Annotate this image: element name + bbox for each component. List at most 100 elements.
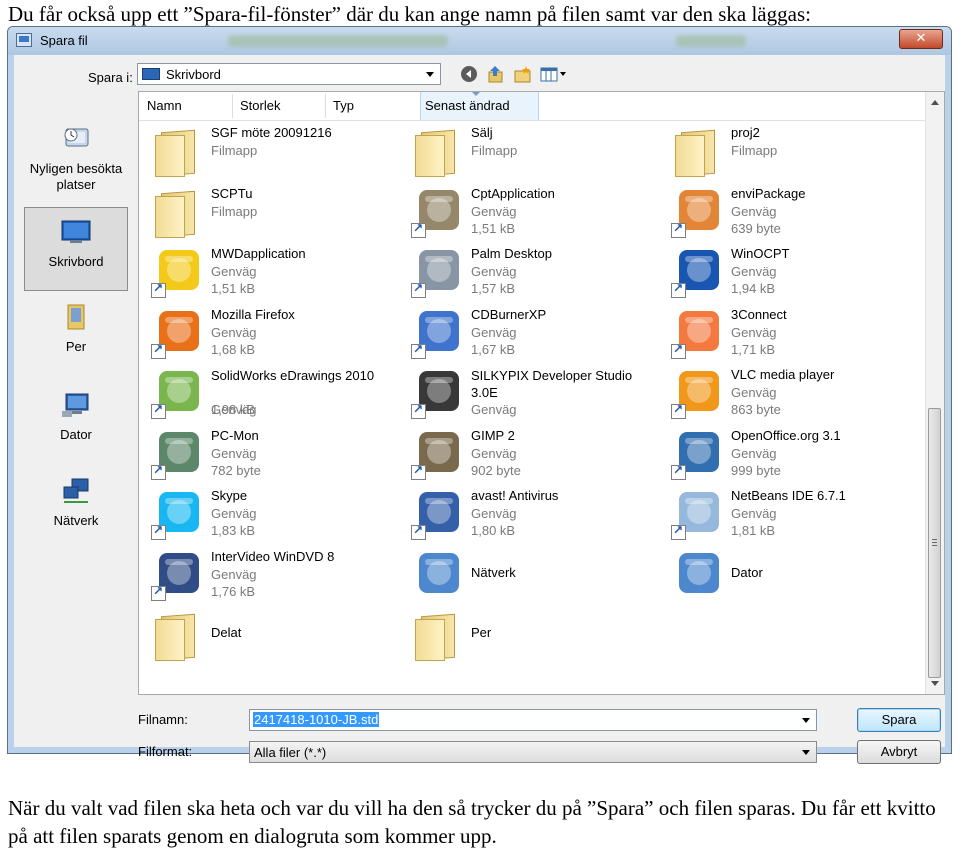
- file-item[interactable]: Nätverk: [405, 547, 663, 605]
- cdburnerxp-icon: [411, 307, 463, 359]
- folder-icon: [151, 125, 203, 177]
- filename-input[interactable]: 2417418-1010-JB.std: [249, 709, 817, 731]
- network-icon: [63, 478, 89, 503]
- desktop-icon: [142, 68, 160, 80]
- file-name: SolidWorks eDrawings 2010: [211, 368, 375, 383]
- place-desktop[interactable]: Skrivbord: [24, 207, 128, 291]
- filetype-select[interactable]: Alla filer (*.*): [249, 741, 817, 763]
- file-item[interactable]: SILKYPIX Developer Studio 3.0E Genväg: [405, 365, 663, 423]
- file-item[interactable]: SGF möte 20091216 Filmapp: [145, 123, 403, 181]
- file-name: VLC media player: [731, 367, 835, 382]
- file-type: Genväg: [211, 324, 257, 340]
- file-list-view[interactable]: Namn Storlek Typ Senast ändrad SGF möte …: [138, 91, 945, 695]
- scrollbar-thumb[interactable]: [928, 408, 941, 678]
- cancel-button[interactable]: Avbryt: [857, 740, 941, 764]
- vertical-scrollbar[interactable]: [925, 92, 944, 694]
- chevron-down-icon: [426, 72, 434, 77]
- file-item[interactable]: InterVideo WinDVD 8 Genväg1,76 kB: [145, 547, 403, 605]
- place-per[interactable]: Per: [24, 303, 128, 355]
- column-header-modified[interactable]: Senast ändrad: [425, 98, 510, 113]
- file-item[interactable]: Skype Genväg 1,83 kB: [145, 486, 403, 544]
- file-name: Mozilla Firefox: [211, 306, 295, 322]
- up-folder-icon[interactable]: [486, 65, 506, 83]
- chevron-down-icon[interactable]: [802, 718, 810, 723]
- blurred-title-text: [228, 35, 448, 47]
- file-type: Filmapp: [471, 143, 518, 158]
- chevron-down-icon[interactable]: [802, 750, 810, 755]
- intro-paragraph: Du får också upp ett ”Spara-fil-fönster”…: [8, 2, 811, 26]
- file-item[interactable]: OpenOffice.org 3.1 Genväg999 byte: [665, 426, 923, 484]
- network-icon: [411, 549, 463, 601]
- save-in-combobox[interactable]: Skrivbord: [137, 63, 441, 85]
- file-name: SILKYPIX Developer Studio 3.0E: [471, 368, 633, 400]
- cpt-application-icon: [411, 186, 463, 238]
- column-divider[interactable]: [325, 94, 326, 118]
- column-header-type[interactable]: Typ: [333, 98, 354, 113]
- folder-icon: [151, 186, 203, 238]
- file-item[interactable]: enviPackage Genväg639 byte: [665, 184, 923, 242]
- place-natverk[interactable]: Nätverk: [24, 477, 128, 529]
- file-item[interactable]: NetBeans IDE 6.7.1 Genväg 1,81 kB: [665, 486, 923, 544]
- file-item[interactable]: Sälj Filmapp: [405, 123, 663, 181]
- file-item[interactable]: PC-Mon Genväg782 byte: [145, 426, 403, 484]
- thumb-grip: [932, 545, 937, 546]
- file-type: Genväg: [471, 264, 517, 279]
- close-button[interactable]: ✕: [899, 29, 943, 49]
- view-menu-icon[interactable]: [540, 65, 568, 83]
- column-header-name[interactable]: Namn: [147, 98, 182, 113]
- save-button[interactable]: Spara: [857, 708, 941, 732]
- column-header-size[interactable]: Storlek: [240, 98, 280, 113]
- folder-icon: [151, 609, 203, 661]
- file-item[interactable]: MWDapplication Genväg 1,51 kB: [145, 244, 403, 302]
- file-item[interactable]: GIMP 2 Genväg902 byte: [405, 426, 663, 484]
- file-size: 1,94 kB: [731, 281, 776, 296]
- file-item[interactable]: Dator: [665, 547, 923, 605]
- file-item[interactable]: SolidWorks eDrawings 2010Genväg1,98 kB: [145, 365, 403, 423]
- file-type: Genväg: [211, 445, 257, 461]
- file-type: Filmapp: [731, 143, 778, 158]
- file-type: Genväg: [731, 264, 777, 279]
- 3connect-icon: [671, 307, 723, 359]
- file-item[interactable]: Palm Desktop Genväg 1,57 kB: [405, 244, 663, 302]
- dialog-client-area: Spara i: Skrivbord Nyligen besökta plats…: [14, 55, 945, 764]
- file-name: Nätverk: [471, 564, 516, 580]
- file-item[interactable]: WinOCPT Genväg 1,94 kB: [665, 244, 923, 302]
- thumb-grip: [932, 539, 937, 540]
- file-item[interactable]: Mozilla Firefox Genväg1,68 kB: [145, 305, 403, 363]
- file-item[interactable]: Delat: [145, 607, 403, 665]
- file-item[interactable]: avast! Antivirus Genväg 1,80 kB: [405, 486, 663, 544]
- shortcut-arrow-icon: [411, 281, 426, 298]
- file-type: Filmapp: [211, 203, 258, 219]
- scroll-down-arrow[interactable]: [931, 681, 939, 686]
- column-divider[interactable]: [232, 94, 233, 118]
- file-item[interactable]: SCPTu Filmapp: [145, 184, 403, 242]
- place-recent[interactable]: Nyligen besökta platser: [24, 125, 128, 193]
- file-item[interactable]: 3Connect Genväg1,71 kB: [665, 305, 923, 363]
- file-item[interactable]: VLC media player Genväg 863 byte: [665, 365, 923, 423]
- file-size: 999 byte: [731, 462, 781, 478]
- dialog-title: Spara fil: [40, 33, 88, 48]
- new-folder-icon[interactable]: [513, 65, 533, 83]
- title-bar[interactable]: Spara fil ✕: [8, 27, 951, 55]
- filetype-value: Alla filer (*.*): [254, 745, 327, 760]
- file-type: Genväg: [471, 203, 517, 219]
- file-name: MWDapplication: [211, 246, 306, 261]
- back-icon[interactable]: [459, 65, 479, 83]
- skype-icon: [151, 488, 203, 540]
- file-name: PC-Mon: [211, 427, 259, 443]
- silkypix-icon: [411, 367, 463, 419]
- shortcut-arrow-icon: [411, 523, 426, 540]
- place-dator[interactable]: Dator: [24, 391, 128, 443]
- shortcut-arrow-icon: [151, 584, 166, 601]
- file-item[interactable]: CDBurnerXP Genväg1,67 kB: [405, 305, 663, 363]
- file-item[interactable]: CptApplication Genväg1,51 kB: [405, 184, 663, 242]
- file-item[interactable]: Per: [405, 607, 663, 665]
- outro-paragraph: När du valt vad filen ska heta och var d…: [8, 796, 936, 848]
- file-type: Genväg: [731, 445, 777, 461]
- scroll-up-arrow[interactable]: [931, 100, 939, 105]
- file-size: 902 byte: [471, 462, 521, 478]
- user-folder-icon: [411, 609, 463, 661]
- filename-value[interactable]: 2417418-1010-JB.std: [253, 712, 380, 727]
- file-item[interactable]: proj2 Filmapp: [665, 123, 923, 181]
- file-name: Palm Desktop: [471, 246, 552, 261]
